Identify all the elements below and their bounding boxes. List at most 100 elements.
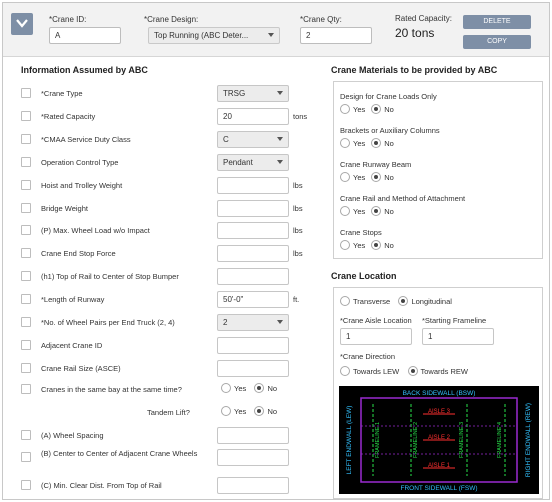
row-input[interactable]	[217, 268, 289, 286]
row-select[interactable]: 2	[217, 314, 289, 331]
tandem-no-radio[interactable]	[254, 406, 265, 416]
row-label: (h1) Top of Rail to Center of Stop Bumpe…	[41, 272, 179, 282]
rated-capacity-value: 20 tons	[395, 26, 435, 40]
no-label: No	[384, 104, 394, 114]
no-label: No	[384, 172, 394, 182]
row-checkbox[interactable]	[21, 384, 31, 394]
crane-id-input[interactable]: A	[49, 27, 121, 44]
crane-qty-input[interactable]: 2	[300, 27, 372, 44]
row-input[interactable]	[217, 359, 289, 377]
row-label: Bridge Weight	[41, 203, 88, 213]
caret-down-icon	[277, 159, 283, 164]
transverse-radio[interactable]	[340, 296, 350, 306]
row-checkbox[interactable]	[21, 271, 31, 282]
material-no-radio[interactable]	[371, 206, 382, 216]
row-checkbox[interactable]	[21, 88, 31, 98]
row-label: (A) Wheel Spacing	[41, 431, 104, 440]
material-radios: Yes No	[340, 240, 400, 250]
form-row: Crane Rail Size (ASCE)	[21, 359, 321, 378]
same-bay-no-radio[interactable]	[254, 383, 265, 393]
caret-down-icon	[268, 33, 274, 37]
row-select[interactable]: C	[217, 130, 289, 148]
aisle-arrows	[423, 413, 455, 469]
row-input[interactable]	[217, 176, 289, 194]
min-clear-dist-input[interactable]	[217, 477, 289, 494]
crane-design-label: *Crane Design:	[144, 15, 199, 24]
row-label: *Rated Capacity	[41, 111, 96, 121]
delete-button[interactable]: DELETE	[463, 15, 531, 29]
row-label: Crane Rail Size (ASCE)	[41, 363, 121, 373]
row-select[interactable]: Pendant	[217, 153, 289, 171]
row-checkbox[interactable]	[21, 248, 31, 259]
material-yes-radio[interactable]	[340, 172, 350, 182]
starting-frameline-input[interactable]: 1	[422, 328, 494, 345]
row-input[interactable]	[217, 245, 289, 263]
material-no-radio[interactable]	[371, 240, 382, 250]
aisle-location-input[interactable]: 1	[340, 328, 412, 345]
material-no-radio[interactable]	[371, 172, 382, 182]
form-row: Hoist and Trolley Weight lbs	[21, 176, 321, 195]
row-checkbox[interactable]	[21, 294, 31, 305]
row-label: *Crane Type	[41, 89, 83, 98]
row-unit: lbs	[293, 226, 303, 236]
towards-rew-radio[interactable]	[407, 366, 418, 376]
row-unit: lbs	[293, 203, 303, 213]
row-checkbox[interactable]	[21, 179, 31, 190]
same-bay-yes-radio[interactable]	[221, 383, 231, 393]
aisle-location-label: *Crane Aisle Location	[340, 316, 412, 325]
row-input[interactable]	[217, 199, 289, 217]
collapse-button[interactable]	[11, 13, 33, 35]
row-value: TRSG	[223, 89, 246, 98]
crane-design-select[interactable]: Top Running (ABC Deter...	[148, 27, 280, 44]
row-checkbox[interactable]	[21, 317, 31, 327]
wheel-spacing-input[interactable]	[217, 427, 289, 444]
material-radios: Yes No	[340, 172, 400, 182]
material-yes-radio[interactable]	[340, 240, 350, 250]
row-checkbox[interactable]	[21, 452, 31, 462]
row-checkbox[interactable]	[21, 156, 31, 167]
aisle-1-label: AISLE 1	[428, 463, 451, 469]
form-row: *Crane Type TRSG	[21, 85, 321, 103]
row-checkbox[interactable]	[21, 480, 31, 490]
material-yes-radio[interactable]	[340, 206, 350, 216]
row-label: (P) Max. Wheel Load w/o Impact	[41, 226, 150, 236]
row-unit: tons	[293, 111, 308, 121]
material-item-label: Design for Crane Loads Only	[340, 92, 437, 101]
towards-lew-radio[interactable]	[340, 366, 350, 376]
row-input[interactable]: 20	[217, 107, 289, 125]
row-label: Operation Control Type	[41, 157, 119, 167]
form-row: Crane End Stop Force lbs	[21, 245, 321, 263]
longitudinal-radio[interactable]	[398, 296, 409, 306]
row-input[interactable]: 50'-0"	[217, 291, 289, 309]
row-select[interactable]: TRSG	[217, 85, 289, 102]
row-input[interactable]	[217, 336, 289, 354]
row-checkbox[interactable]	[21, 362, 31, 373]
towards-rew-label: Towards REW	[420, 366, 469, 376]
material-no-radio[interactable]	[371, 138, 382, 148]
row-label: *No. of Wheel Pairs per End Truck (2, 4)	[41, 318, 175, 327]
copy-button[interactable]: COPY	[463, 35, 531, 49]
back-sidewall-label: BACK SIDEWALL (BSW)	[403, 390, 476, 397]
material-yes-radio[interactable]	[340, 104, 350, 114]
row-label: Crane End Stop Force	[41, 249, 116, 259]
row-label: *Length of Runway	[41, 295, 105, 305]
tandem-row: Tandem Lift? Yes No	[21, 404, 321, 422]
same-bay-radios: Yes No	[221, 383, 283, 393]
material-no-radio[interactable]	[371, 104, 382, 114]
row-checkbox[interactable]	[21, 133, 31, 144]
row-checkbox[interactable]	[21, 225, 31, 236]
row-checkbox[interactable]	[21, 339, 31, 350]
row-input[interactable]	[217, 222, 289, 240]
frameline-1-label: FRAMELINE 1	[375, 422, 381, 458]
material-radios: Yes No	[340, 138, 400, 148]
crane-location-title: Crane Location	[331, 271, 397, 281]
frameline-2-label: FRAMELINE 2	[413, 422, 419, 458]
row-value: 50'-0"	[223, 295, 244, 305]
row-checkbox[interactable]	[21, 430, 31, 440]
chevron-down-icon	[16, 19, 28, 28]
row-checkbox[interactable]	[21, 110, 31, 121]
material-yes-radio[interactable]	[340, 138, 350, 148]
center-to-center-input[interactable]	[217, 449, 289, 466]
row-checkbox[interactable]	[21, 202, 31, 213]
tandem-yes-radio[interactable]	[221, 406, 231, 416]
